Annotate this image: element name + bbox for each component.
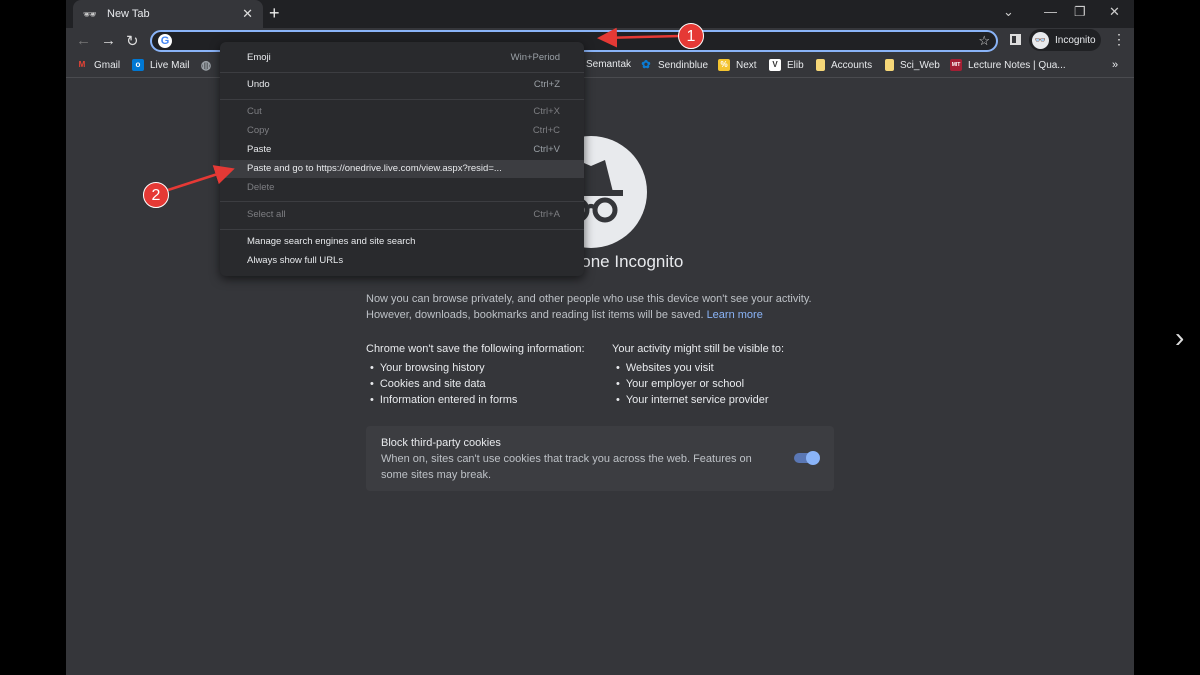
annotation-arrows bbox=[167, 27, 681, 192]
annotation-badge-2: 2 bbox=[143, 182, 169, 208]
arrow-2 bbox=[167, 165, 235, 192]
arrow-1 bbox=[597, 27, 681, 48]
annotation-badge-1: 1 bbox=[678, 23, 704, 49]
